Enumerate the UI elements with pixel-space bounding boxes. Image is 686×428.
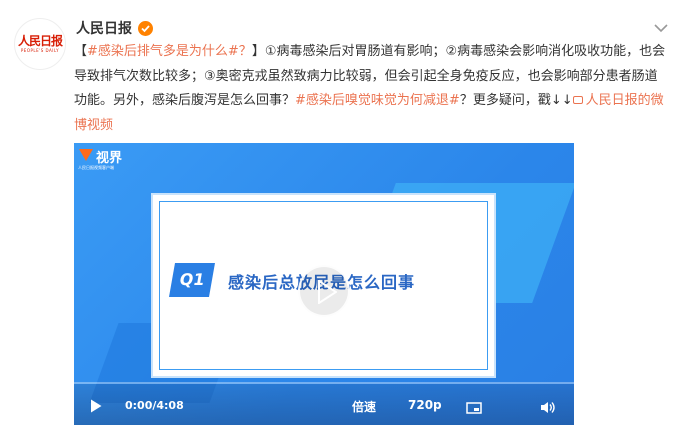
playback-speed-button[interactable]: 倍速 [352,398,376,415]
brand-logo-icon [79,149,93,161]
chevron-down-icon[interactable] [654,18,668,37]
video-player[interactable]: 视界 人民日报视频客户端 Q1 感染后总放屁是怎么回事 0:00/4:08 倍速… [74,143,574,425]
verified-badge-icon [138,20,153,36]
play-icon [91,399,102,413]
bracket-close: 】 [251,44,265,59]
post-body-part-2: ？更多疑问，戳↓↓ [459,93,573,108]
brand-sub: 人民日报视频客户端 [78,165,114,170]
video-link-icon [572,96,583,104]
topic-tag-link[interactable]: #感染后排气多是为什么#？ [87,44,252,59]
time-display: 0:00/4:08 [125,399,184,412]
avatar-logo-text: 人民日报 [17,34,63,48]
avatar[interactable]: 人民日报 PEOPLE'S DAILY [14,18,66,70]
account-name[interactable]: 人民日报 [76,18,132,38]
topic-tag-link-2[interactable]: #感染后嗅觉味觉为何减退# [295,93,460,108]
question-number: Q1 [169,263,215,297]
post-text: 【#感染后排气多是为什么#？】①病毒感染后对胃肠道有影响；②病毒感染会影响消化吸… [74,40,670,138]
volume-icon[interactable] [540,399,556,418]
picture-in-picture-icon[interactable] [466,399,482,418]
video-brand-logo: 视界 人民日报视频客户端 [78,147,122,170]
play-icon [318,280,337,304]
account-header: 人民日报 [76,18,153,38]
big-play-button[interactable] [298,265,350,317]
brand-name: 视界 [96,151,123,166]
play-button[interactable] [90,398,102,417]
avatar-logo-subtext: PEOPLE'S DAILY [20,48,60,53]
video-controls: 0:00/4:08 倍速 720p [74,384,574,425]
quality-button[interactable]: 720p [408,398,442,412]
bracket-open: 【 [74,44,88,59]
